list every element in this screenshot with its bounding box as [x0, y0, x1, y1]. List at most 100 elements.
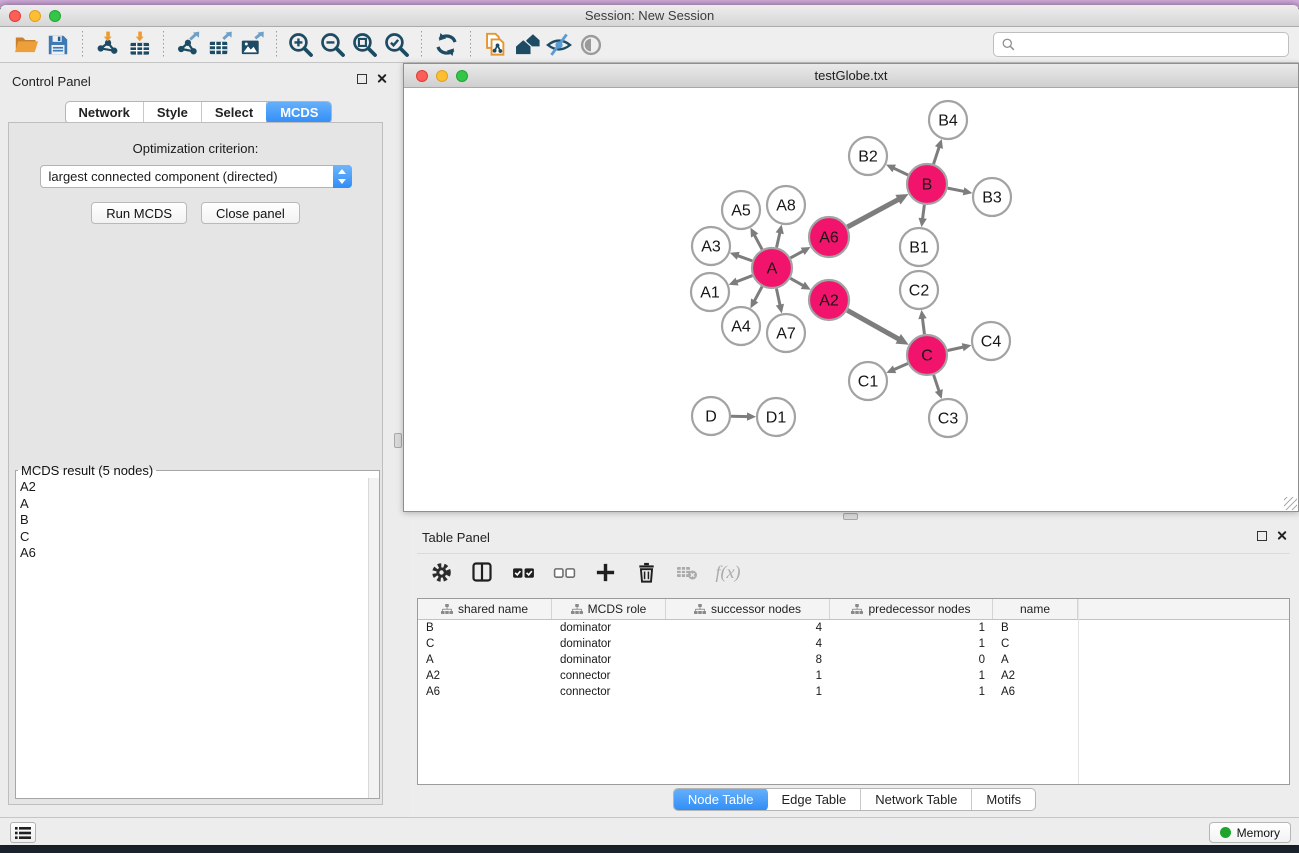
search-input[interactable] — [1021, 37, 1281, 52]
graph-edge-B-B1[interactable] — [922, 205, 924, 220]
close-panel-icon[interactable] — [376, 73, 387, 84]
table-row[interactable]: Cdominator41C — [418, 636, 1289, 652]
cell-predecessor-nodes[interactable]: 1 — [830, 668, 993, 684]
graph-node-D1[interactable]: D1 — [757, 398, 795, 436]
graph-node-C[interactable]: C — [907, 335, 947, 375]
import-network-button[interactable] — [91, 30, 123, 60]
hide-selected-button[interactable] — [543, 30, 575, 60]
criterion-select[interactable]: largest connected component (directed) — [40, 165, 352, 188]
export-table-button[interactable] — [204, 30, 236, 60]
close-table-panel-icon[interactable] — [1276, 530, 1287, 541]
new-network-from-selection-button[interactable] — [479, 30, 511, 60]
graph-edge-A-A3[interactable] — [736, 255, 752, 261]
cell-name[interactable]: A2 — [993, 668, 1078, 684]
zoom-fit-button[interactable] — [349, 30, 381, 60]
run-mcds-button[interactable]: Run MCDS — [91, 202, 187, 224]
show-columns-button[interactable] — [468, 557, 496, 587]
cell-name[interactable]: A — [993, 652, 1078, 668]
network-canvas[interactable]: B4B2BB3A5A8A6A3B1AA1C2A2A4A7C4CC1C3DD1 — [404, 88, 1298, 511]
graph-node-A5[interactable]: A5 — [722, 191, 760, 229]
graph-node-B[interactable]: B — [907, 164, 947, 204]
graph-edge-A-A4[interactable] — [754, 287, 762, 303]
cell-name[interactable]: C — [993, 636, 1078, 652]
graph-edge-A-A6[interactable] — [790, 250, 804, 258]
cell-shared-name[interactable]: A — [418, 652, 552, 668]
refresh-button[interactable] — [430, 30, 462, 60]
vertical-splitter-handle[interactable] — [394, 433, 402, 448]
cell-name[interactable]: A6 — [993, 684, 1078, 700]
delete-table-button[interactable] — [673, 557, 701, 587]
tab-network-table[interactable]: Network Table — [861, 789, 972, 810]
tab-network[interactable]: Network — [66, 102, 144, 123]
graph-node-C1[interactable]: C1 — [849, 362, 887, 400]
close-network-window-button[interactable] — [416, 70, 428, 82]
result-item[interactable]: B — [20, 512, 379, 529]
function-builder-button[interactable]: f(x) — [714, 557, 742, 587]
cell-predecessor-nodes[interactable]: 1 — [830, 684, 993, 700]
graph-edge-B-B3[interactable] — [948, 188, 966, 192]
graph-edge-A-A8[interactable] — [777, 231, 781, 247]
result-scrollbar[interactable] — [368, 478, 379, 798]
table-row[interactable]: A2connector11A2 — [418, 668, 1289, 684]
graph-edge-B-B4[interactable] — [934, 146, 940, 164]
graph-node-B4[interactable]: B4 — [929, 101, 967, 139]
graph-edge-A-A2[interactable] — [790, 278, 804, 286]
export-image-button[interactable] — [236, 30, 268, 60]
graph-edge-C-C3[interactable] — [934, 375, 940, 392]
float-panel-icon[interactable] — [357, 74, 367, 84]
graph-node-A6[interactable]: A6 — [809, 217, 849, 257]
graph-node-B2[interactable]: B2 — [849, 137, 887, 175]
tab-edge-table[interactable]: Edge Table — [767, 789, 861, 810]
cell-shared-name[interactable]: B — [418, 620, 552, 636]
graph-node-A8[interactable]: A8 — [767, 186, 805, 224]
select-all-checks-button[interactable] — [509, 557, 537, 587]
graph-node-B1[interactable]: B1 — [900, 228, 938, 266]
tab-motifs[interactable]: Motifs — [972, 789, 1035, 810]
column-header-name[interactable]: name — [993, 599, 1078, 619]
column-header-mcds-role[interactable]: MCDS role — [552, 599, 666, 619]
memory-button[interactable]: Memory — [1209, 822, 1291, 843]
close-window-button[interactable] — [9, 10, 21, 22]
minimize-window-button[interactable] — [29, 10, 41, 22]
tab-style[interactable]: Style — [144, 102, 202, 123]
tab-node-table[interactable]: Node Table — [673, 788, 769, 811]
horizontal-splitter-handle[interactable] — [843, 513, 858, 520]
graph-edge-A6-B[interactable] — [847, 199, 899, 227]
cell-successor-nodes[interactable]: 8 — [666, 652, 830, 668]
result-item[interactable]: A6 — [20, 545, 379, 562]
graph-node-C4[interactable]: C4 — [972, 322, 1010, 360]
graph-node-A1[interactable]: A1 — [691, 273, 729, 311]
graph-node-A2[interactable]: A2 — [809, 280, 849, 320]
import-table-button[interactable] — [123, 30, 155, 60]
show-all-button[interactable] — [575, 30, 607, 60]
graph-edge-C-C4[interactable] — [948, 347, 965, 351]
cell-mcds-role[interactable]: dominator — [552, 620, 666, 636]
zoom-in-button[interactable] — [285, 30, 317, 60]
graph-node-A4[interactable]: A4 — [722, 307, 760, 345]
tab-select[interactable]: Select — [202, 102, 267, 123]
tab-mcds[interactable]: MCDS — [266, 101, 332, 124]
graph-node-B3[interactable]: B3 — [973, 178, 1011, 216]
column-header-successor-nodes[interactable]: successor nodes — [666, 599, 830, 619]
cell-predecessor-nodes[interactable]: 0 — [830, 652, 993, 668]
window-resize-grip[interactable] — [1284, 497, 1297, 510]
cell-successor-nodes[interactable]: 1 — [666, 684, 830, 700]
deselect-all-checks-button[interactable] — [550, 557, 578, 587]
export-network-button[interactable] — [172, 30, 204, 60]
graph-edge-C-C2[interactable] — [922, 317, 924, 334]
cell-shared-name[interactable]: A2 — [418, 668, 552, 684]
graph-node-C3[interactable]: C3 — [929, 399, 967, 437]
cell-name[interactable]: B — [993, 620, 1078, 636]
add-column-button[interactable] — [591, 557, 619, 587]
column-header-shared-name[interactable]: shared name — [418, 599, 552, 619]
cell-predecessor-nodes[interactable]: 1 — [830, 636, 993, 652]
table-row[interactable]: Bdominator41B — [418, 620, 1289, 636]
table-row[interactable]: Adominator80A — [418, 652, 1289, 668]
result-item[interactable]: A2 — [20, 479, 379, 496]
float-table-panel-icon[interactable] — [1257, 531, 1267, 541]
graph-edge-B-B2[interactable] — [892, 168, 908, 175]
result-item[interactable]: A — [20, 496, 379, 513]
cell-mcds-role[interactable]: connector — [552, 668, 666, 684]
zoom-out-button[interactable] — [317, 30, 349, 60]
close-panel-button[interactable]: Close panel — [201, 202, 300, 224]
